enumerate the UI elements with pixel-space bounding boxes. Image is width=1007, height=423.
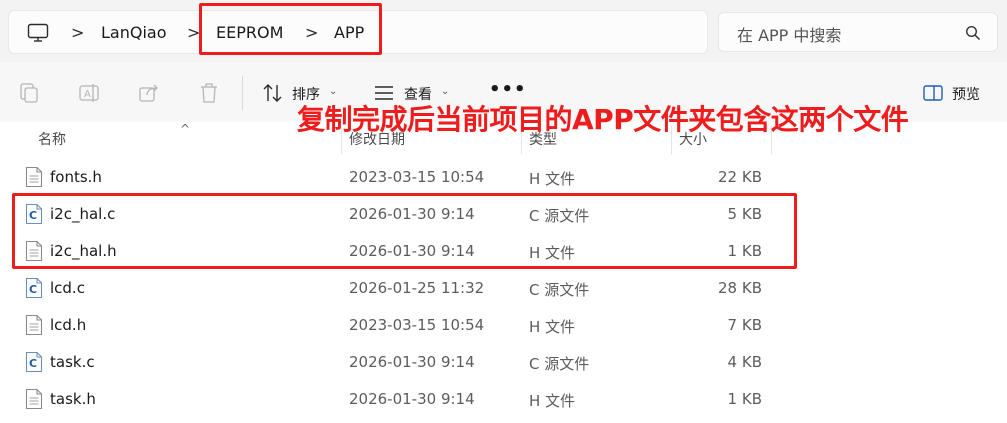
file-date: 2026-01-30 9:14 [349,390,475,408]
file-type: C 源文件 [529,355,590,373]
file-date: 2026-01-30 9:14 [349,353,475,371]
more-options-icon[interactable]: ••• [489,79,527,100]
header-file-icon [25,388,43,410]
delete-icon[interactable] [198,82,220,104]
svg-text:C: C [29,283,37,296]
file-row[interactable]: task.h 2026-01-30 9:14 H 文件 1 KB [0,381,1007,418]
chevron-down-icon[interactable]: ⌄ [329,86,337,97]
file-name: task.h [50,390,96,408]
search-icon[interactable] [965,25,981,41]
file-row[interactable]: C task.c 2026-01-30 9:14 C 源文件 4 KB [0,344,1007,381]
file-date: 2023-03-15 10:54 [349,168,485,186]
file-date: 2023-03-15 10:54 [349,316,485,334]
column-header-name[interactable]: 名称 [38,129,66,149]
svg-text:A: A [84,89,91,100]
search-box[interactable]: 在 APP 中搜索 [718,12,998,52]
file-type: H 文件 [529,392,576,410]
preview-pane-icon[interactable] [922,82,944,104]
preview-button[interactable]: 预览 [952,84,980,104]
header-file-icon [25,166,43,188]
file-row[interactable]: C lcd.c 2026-01-25 11:32 C 源文件 28 KB [0,270,1007,307]
sort-icon[interactable] [262,82,284,104]
file-row[interactable]: fonts.h 2023-03-15 10:54 H 文件 22 KB [0,159,1007,196]
file-row[interactable]: lcd.h 2023-03-15 10:54 H 文件 7 KB [0,307,1007,344]
file-name: lcd.c [50,279,85,297]
sort-ascending-icon: ^ [180,122,191,136]
annotation-caption: 复制完成后当前项目的APP文件夹包含这两个文件 [297,103,909,136]
file-size: 28 KB [718,279,762,297]
file-size: 4 KB [727,353,762,371]
search-input[interactable]: 在 APP 中搜索 [737,22,841,46]
toolbar-divider [242,76,243,110]
file-date: 2026-01-25 11:32 [349,279,485,297]
svg-text:C: C [29,357,37,370]
file-name: fonts.h [50,168,102,186]
rename-icon[interactable]: A [78,82,100,104]
copy-icon[interactable] [18,82,40,104]
this-pc-icon[interactable] [27,23,49,43]
file-type: C 源文件 [529,281,590,299]
c-source-file-icon: C [25,277,43,299]
breadcrumb-lanqiao[interactable]: LanQiao [101,22,167,44]
c-source-file-icon: C [25,351,43,373]
file-type: H 文件 [529,318,576,336]
address-toolbar: > LanQiao > EEPROM > APP 在 APP 中搜索 [0,0,1007,62]
chevron-down-icon[interactable]: ⌄ [441,86,449,97]
file-name: lcd.h [50,316,87,334]
file-size: 22 KB [718,168,762,186]
file-name: task.c [50,353,95,371]
annotation-highlight-path [199,3,382,55]
file-size: 7 KB [727,316,762,334]
file-size: 1 KB [727,390,762,408]
file-type: H 文件 [529,170,576,188]
share-icon[interactable] [138,82,160,104]
chevron-right-icon[interactable]: > [71,23,84,43]
annotation-highlight-files [12,193,797,269]
header-file-icon [25,314,43,336]
